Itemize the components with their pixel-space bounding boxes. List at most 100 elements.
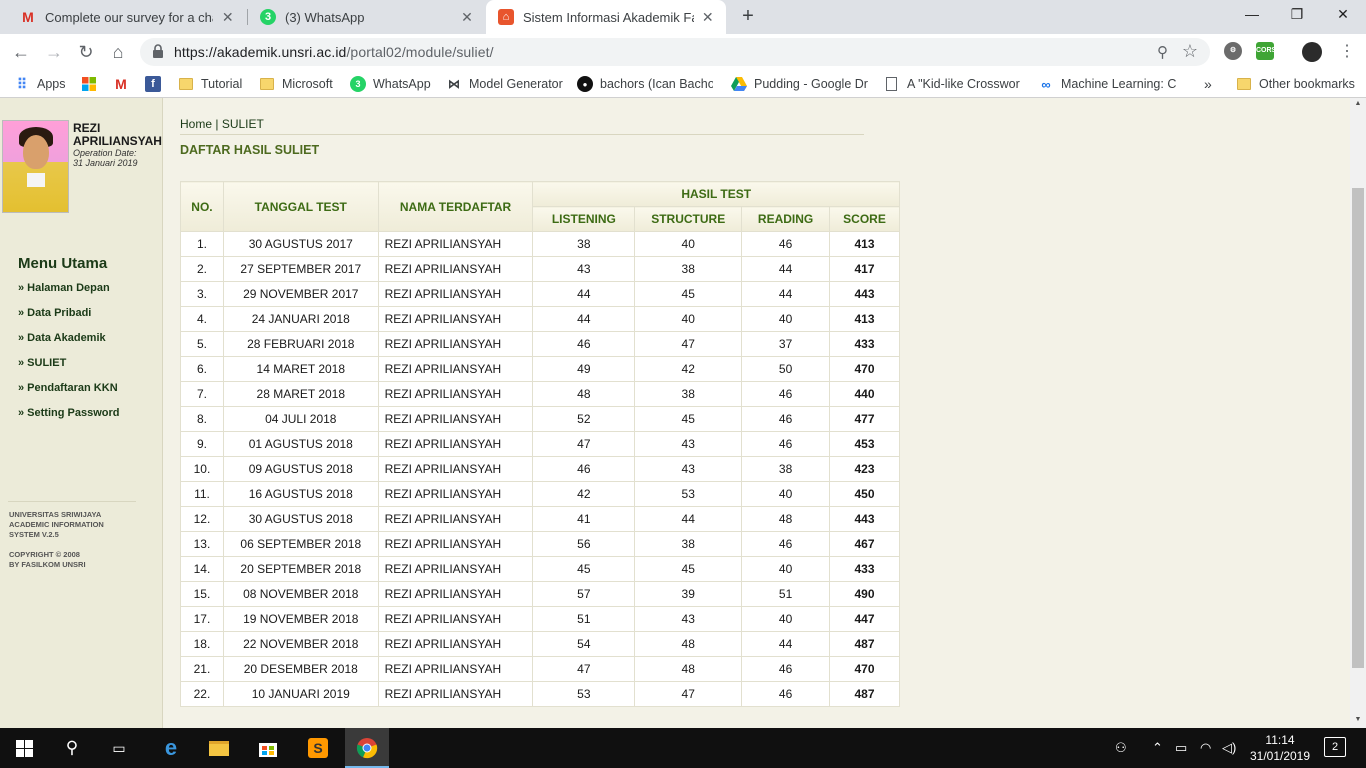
menu-item-setting-password[interactable]: » Setting Password [18,407,119,419]
address-bar[interactable]: https://akademik.unsri.ac.id/portal02/mo… [140,38,1210,66]
folder-icon [1236,76,1252,92]
store-icon[interactable] [256,736,280,760]
sublime-text-icon[interactable]: S [306,736,330,760]
row-no-cell: 5. [180,331,224,357]
extension-gear-icon[interactable]: ⚙ [1224,42,1242,60]
bookmark-github-bachors[interactable]: ● bachors (Ican Bachor [577,76,713,92]
header-listening: LISTENING [532,206,636,232]
row-name-cell: REZI APRILIANSYAH [377,356,534,382]
row-reading-cell: 46 [741,381,831,407]
document-icon [886,77,897,91]
notification-center-icon[interactable]: 2 [1324,737,1346,757]
row-date-cell: 27 SEPTEMBER 2017 [222,256,379,282]
breadcrumb-home-link[interactable]: Home [180,117,212,131]
operation-date-value: 31 Januari 2019 [73,158,138,168]
scrollbar-thumb[interactable] [1352,188,1364,668]
row-reading-cell: 38 [741,456,831,482]
row-reading-cell: 40 [741,306,831,332]
minimize-icon[interactable]: — [1242,6,1262,22]
menu-kebab-icon[interactable]: ⋮ [1336,41,1358,63]
footer-line: UNIVERSITAS SRIWIJAYA [9,510,102,519]
clock-time: 11:14 [1265,733,1295,747]
bookmark-label: Microsoft [282,77,333,91]
footer-system-info: UNIVERSITAS SRIWIJAYA ACADEMIC INFORMATI… [9,510,104,540]
menu-item-data-akademik[interactable]: » Data Akademik [18,332,106,344]
bookmark-pudding-drive[interactable]: Pudding - Google Dr [731,76,869,92]
bookmark-model-generator[interactable]: ⋈ Model Generator [446,76,563,92]
restore-icon[interactable]: ❐ [1287,6,1307,23]
row-listening-cell: 42 [532,481,636,507]
table-row: 14. 20 SEPTEMBER 2018 REZI APRILIANSYAH 45 4… [180,556,900,582]
back-arrow-icon[interactable]: ← [10,41,32,63]
cors-extension-icon[interactable]: CORS [1256,42,1276,60]
operation-date-label: Operation Date: [73,148,137,158]
reload-icon[interactable]: ↻ [75,41,97,63]
close-window-icon[interactable]: ✕ [1333,6,1353,23]
bookmark-facebook[interactable]: f [145,76,168,92]
volume-icon[interactable]: ◁) [1222,740,1236,756]
row-score-cell: 433 [829,556,900,582]
chrome-icon[interactable] [355,736,379,760]
bookmark-apps[interactable]: ⠿ Apps [14,76,66,92]
bookmark-machine-learning[interactable]: ∞ Machine Learning: Cl [1038,76,1176,92]
bookmark-windows[interactable] [81,76,104,92]
scroll-down-icon[interactable]: ▼ [1350,716,1366,723]
more-bookmarks-chevron[interactable]: » [1204,76,1212,92]
tab-gmail-survey[interactable]: M Complete our survey for a chanc ✕ [8,0,246,34]
menu-item-pendaftaran-kkn[interactable]: » Pendaftaran KKN [18,382,118,394]
row-structure-cell: 43 [634,456,743,482]
tab-whatsapp[interactable]: 3 (3) WhatsApp ✕ [248,0,486,34]
bookmark-tutorial[interactable]: Tutorial [178,76,242,92]
scroll-up-icon[interactable]: ▲ [1350,100,1366,107]
row-score-cell: 443 [829,281,900,307]
close-icon[interactable]: ✕ [702,9,714,26]
gmail-icon: M [115,76,127,92]
new-tab-icon[interactable]: + [738,5,758,28]
file-explorer-icon[interactable] [207,736,231,760]
battery-icon[interactable]: ▭ [1175,740,1187,756]
menu-title: Menu Utama [18,255,108,272]
zoom-icon[interactable]: ⚲ [1157,43,1168,61]
header-hasil-test: HASIL TEST [532,181,900,207]
close-icon[interactable]: ✕ [221,9,234,26]
windows-start-icon[interactable] [12,736,36,760]
row-listening-cell: 56 [532,531,636,557]
bookmark-label: Machine Learning: Cl [1061,77,1176,91]
system-clock[interactable]: 11:14 31/01/2019 [1248,732,1312,764]
menu-item-halaman-depan[interactable]: » Halaman Depan [18,282,110,294]
forward-arrow-icon[interactable]: → [43,41,65,63]
people-icon[interactable]: ⚇ [1115,740,1127,756]
wifi-icon[interactable]: ◠ [1200,740,1211,756]
menu-item-suliet[interactable]: » SULIET [18,357,66,369]
header-score: SCORE [829,206,900,232]
search-icon[interactable]: ⚲ [60,736,84,760]
bookmark-other[interactable]: Other bookmarks [1236,76,1355,92]
page-scrollbar[interactable]: ▲ ▼ [1350,98,1366,728]
bookmark-microsoft[interactable]: Microsoft [259,76,333,92]
tab-akademik[interactable]: ⌂ Sistem Informasi Akademik Fakul ✕ [486,0,726,34]
windows-logo-icon [81,76,97,92]
row-date-cell: 16 AGUSTUS 2018 [222,481,379,507]
folder-icon [178,76,194,92]
row-name-cell: REZI APRILIANSYAH [377,331,534,357]
edge-icon[interactable]: e [159,735,183,760]
bookmark-label: bachors (Ican Bachor [600,77,713,91]
row-no-cell: 4. [180,306,224,332]
row-date-cell: 30 AGUSTUS 2018 [222,506,379,532]
home-icon[interactable]: ⌂ [107,41,129,63]
row-reading-cell: 46 [741,231,831,257]
bookmark-crossword[interactable]: A "Kid-like Crosswor [886,76,1022,92]
bookmark-star-icon[interactable]: ☆ [1182,41,1198,62]
row-date-cell: 20 SEPTEMBER 2018 [222,556,379,582]
chevron-up-icon[interactable]: ⌃ [1152,740,1163,756]
close-icon[interactable]: ✕ [460,9,474,26]
bookmark-gmail[interactable]: M [113,76,136,92]
row-structure-cell: 38 [634,531,743,557]
task-view-icon[interactable]: ▭ [107,736,131,760]
row-structure-cell: 39 [634,581,743,607]
menu-item-data-pribadi[interactable]: » Data Pribadi [18,307,91,319]
profile-avatar[interactable] [1302,42,1322,62]
row-name-cell: REZI APRILIANSYAH [377,631,534,657]
bookmark-whatsapp[interactable]: 3 WhatsApp [350,76,431,92]
row-listening-cell: 52 [532,406,636,432]
